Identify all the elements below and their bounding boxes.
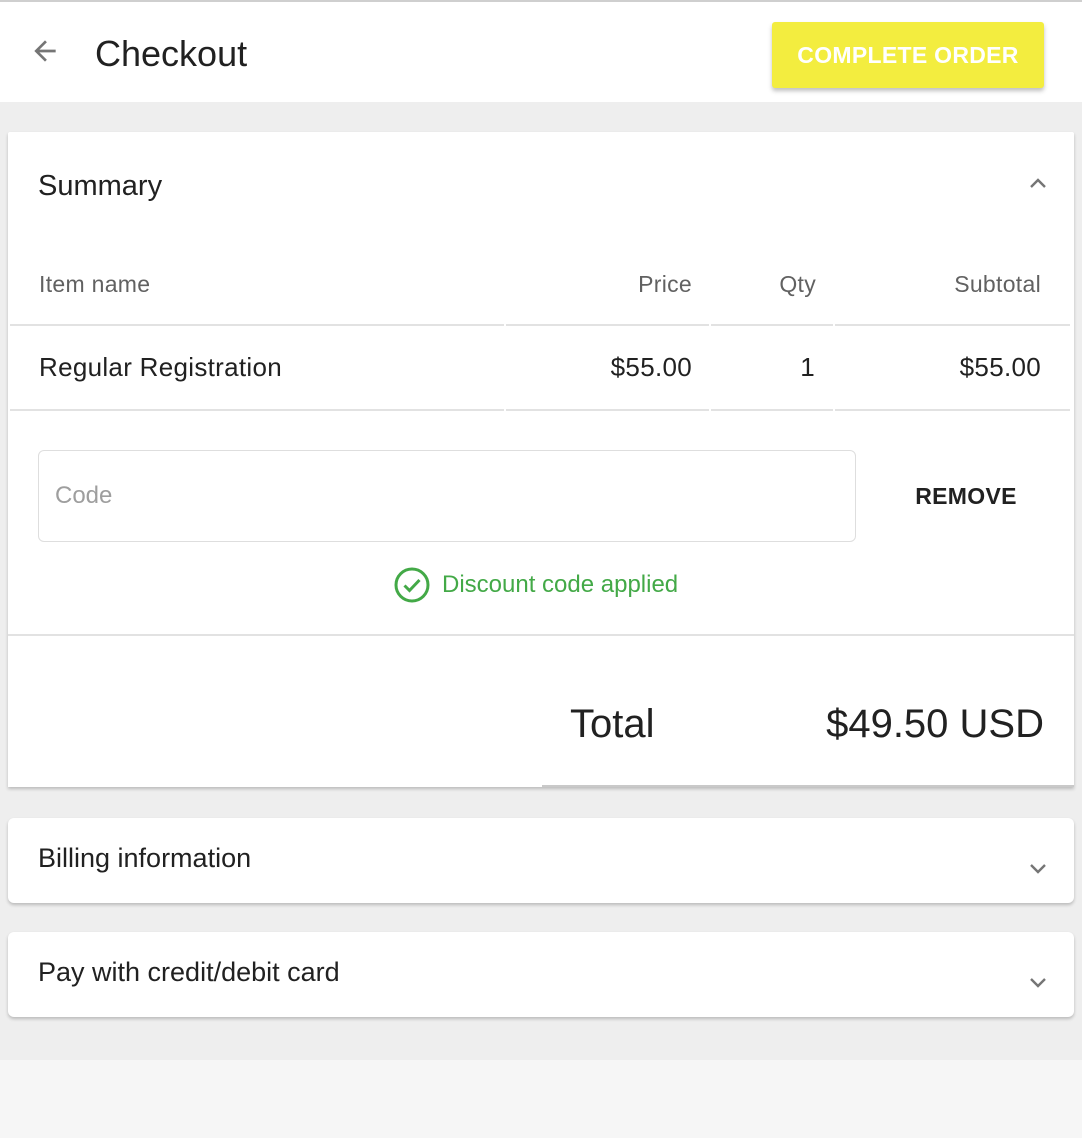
total-underline [542,785,1074,787]
discount-status: Discount code applied [394,565,678,605]
billing-information-panel[interactable]: Billing information [8,818,1074,903]
table-divider [10,324,504,326]
column-header-qty: Qty [779,271,816,297]
table-divider [835,409,1070,411]
payment-card-panel[interactable]: Pay with credit/debit card [8,932,1074,1017]
table-divider [711,324,833,326]
item-subtotal-cell: $55.00 [959,352,1041,382]
chevron-down-icon [1026,856,1050,880]
table-divider [506,324,709,326]
summary-card: Summary Item name Price Qty Subtotal Reg… [8,132,1074,787]
check-circle-icon [394,567,430,603]
remove-discount-button[interactable]: REMOVE [898,472,1034,520]
payment-title: Pay with credit/debit card [38,957,340,987]
total-value: $49.50 USD [826,702,1044,746]
back-button[interactable] [24,32,66,74]
item-name-cell: Regular Registration [39,352,283,382]
item-qty-cell: 1 [800,352,815,382]
content-area: Summary Item name Price Qty Subtotal Reg… [0,102,1082,1060]
table-divider [835,324,1070,326]
total-label: Total [570,702,655,746]
item-price-cell: $55.00 [610,352,692,382]
arrow-left-icon [29,35,61,72]
complete-order-button[interactable]: COMPLETE ORDER [772,22,1044,88]
chevron-up-icon [1026,172,1050,196]
summary-title: Summary [38,170,163,202]
page-title: Checkout [95,33,248,74]
billing-title: Billing information [38,843,252,873]
column-header-item-name: Item name [39,271,151,297]
column-header-price: Price [638,271,692,297]
summary-header[interactable]: Summary [8,132,1074,242]
table-divider [711,409,833,411]
table-divider [10,409,504,411]
discount-code-input[interactable] [38,450,856,542]
column-header-subtotal: Subtotal [954,271,1041,297]
app-bar: Checkout COMPLETE ORDER [0,2,1082,102]
chevron-down-icon [1026,970,1050,994]
table-divider [506,409,709,411]
discount-status-text: Discount code applied [442,571,679,598]
section-divider [8,634,1074,636]
